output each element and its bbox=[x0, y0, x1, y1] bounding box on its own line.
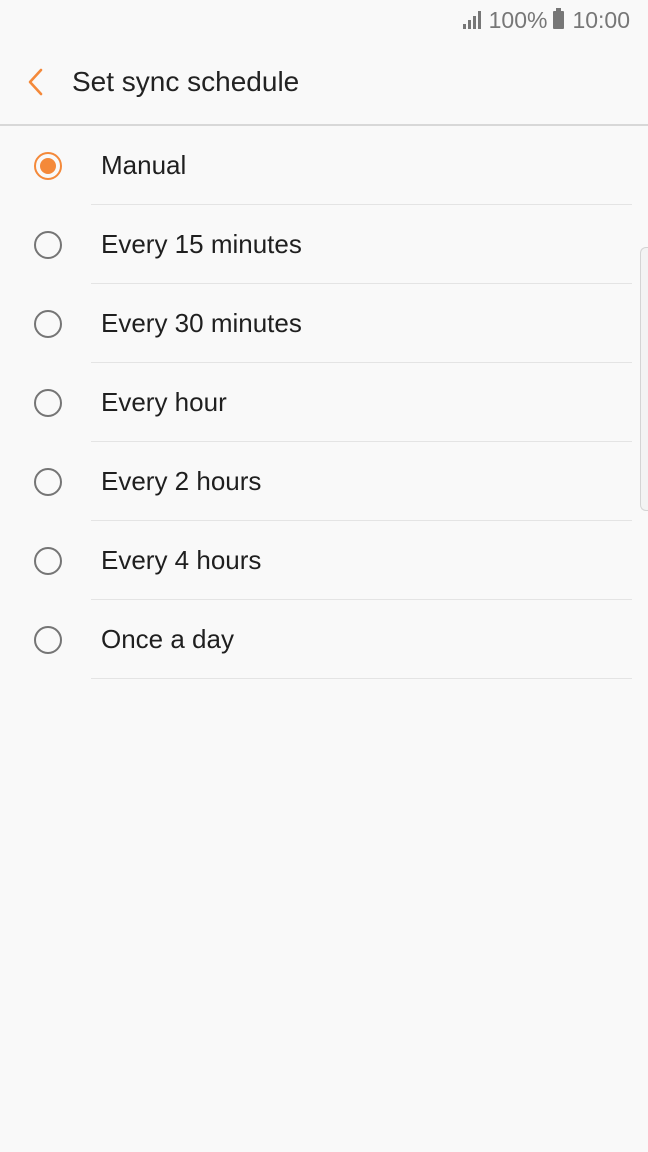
signal-icon bbox=[462, 11, 481, 29]
option-manual[interactable]: Manual bbox=[0, 126, 648, 205]
radio-button[interactable] bbox=[34, 388, 62, 417]
battery-percent: 100% bbox=[488, 6, 548, 33]
option-every-15-minutes[interactable]: Every 15 minutes bbox=[0, 205, 648, 284]
option-label: Once a day bbox=[101, 624, 234, 654]
option-label: Every 15 minutes bbox=[101, 229, 302, 259]
radio-button[interactable] bbox=[34, 546, 62, 575]
option-label: Every 4 hours bbox=[101, 545, 262, 575]
option-every-2-hours[interactable]: Every 2 hours bbox=[0, 442, 648, 521]
back-button[interactable] bbox=[4, 50, 68, 114]
option-label: Every 30 minutes bbox=[101, 308, 302, 338]
option-every-4-hours[interactable]: Every 4 hours bbox=[0, 521, 648, 600]
radio-button[interactable] bbox=[34, 151, 62, 180]
radio-button[interactable] bbox=[34, 625, 62, 654]
status-bar: 100% 10:00 bbox=[0, 0, 648, 40]
screen: 100% 10:00 Set sync schedule Manual Ever… bbox=[0, 0, 648, 1152]
battery-icon bbox=[553, 8, 565, 29]
radio-button[interactable] bbox=[34, 309, 62, 338]
chevron-left-icon bbox=[28, 68, 43, 96]
page-title: Set sync schedule bbox=[72, 66, 300, 97]
clock: 10:00 bbox=[572, 6, 630, 33]
radio-button[interactable] bbox=[34, 230, 62, 259]
option-label: Manual bbox=[101, 150, 187, 180]
option-label: Every 2 hours bbox=[101, 466, 262, 496]
option-every-hour[interactable]: Every hour bbox=[0, 363, 648, 442]
scroll-indicator[interactable] bbox=[640, 247, 648, 511]
sync-schedule-options: Manual Every 15 minutes Every 30 minutes… bbox=[0, 126, 648, 679]
radio-button[interactable] bbox=[34, 467, 62, 496]
option-every-30-minutes[interactable]: Every 30 minutes bbox=[0, 284, 648, 363]
app-bar: Set sync schedule bbox=[0, 40, 648, 126]
option-label: Every hour bbox=[101, 387, 227, 417]
option-once-a-day[interactable]: Once a day bbox=[0, 600, 648, 679]
